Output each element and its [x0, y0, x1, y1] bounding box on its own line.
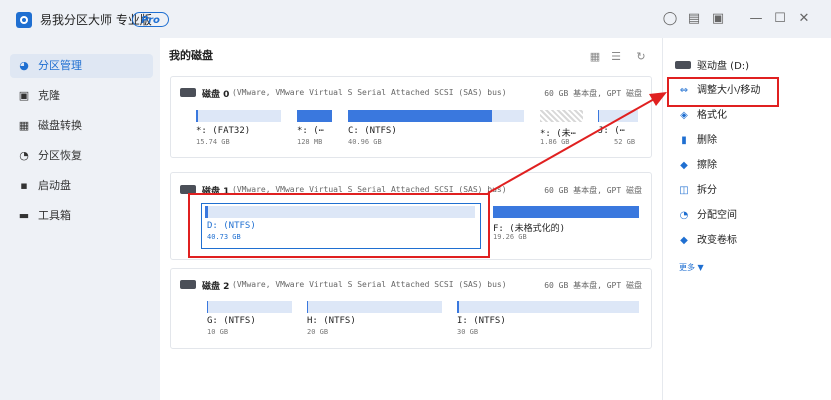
sidebar-item-clone[interactable]: ▣ 克隆	[10, 84, 153, 108]
partition-size: 128 MB	[297, 138, 323, 146]
pro-badge[interactable]: Pro	[132, 12, 169, 27]
change-label-button[interactable]: ◆ 改变卷标	[673, 230, 813, 252]
op-label: 格式化	[697, 110, 727, 121]
partition-bar[interactable]	[297, 110, 332, 122]
op-label: 删除	[697, 135, 717, 146]
sidebar-item-label: 分区恢复	[38, 149, 82, 162]
partition-bar[interactable]	[598, 110, 638, 122]
clone-icon: ▣	[18, 89, 30, 102]
partition-size: 15.74 GB	[196, 138, 230, 146]
partition-size: 19.26 GB	[493, 233, 527, 241]
disk-name: 磁盘 0	[202, 90, 230, 100]
disk-desc: (VMware, VMware Virtual S Serial Attache…	[232, 88, 507, 97]
partition-size: 20 GB	[307, 328, 329, 336]
app-logo-icon	[16, 12, 32, 28]
partition-label: C: (NTFS)	[348, 126, 397, 136]
minimize-icon[interactable]: —	[748, 11, 764, 27]
boot-icon: ▪	[20, 179, 28, 192]
sidebar-item-partition-recovery[interactable]: ◔ 分区恢复	[10, 144, 153, 168]
partition-bar[interactable]	[207, 301, 292, 313]
dropdown-icon[interactable]: ▣	[710, 11, 726, 27]
main-panel: 我的磁盘 ▦ ☰ ↻ 磁盘 0 (VMware, VMware Virtual …	[160, 38, 662, 400]
partition-bar[interactable]	[540, 110, 583, 122]
list-view-icon[interactable]: ☰	[609, 50, 623, 64]
format-icon: ◈	[680, 110, 688, 121]
op-label: 分配空间	[697, 210, 737, 221]
partition-label: H: (NTFS)	[307, 316, 356, 326]
partition-label: I: (NTFS)	[457, 316, 506, 326]
partition-size: 10 GB	[207, 328, 229, 336]
partition-size: 40.96 GB	[348, 138, 382, 146]
partition-label: J: (⋯	[598, 126, 626, 136]
sidebar-item-toolbox[interactable]: ▬ 工具箱	[10, 204, 153, 228]
maximize-icon[interactable]: ☐	[772, 11, 788, 27]
partition-size: 52 GB	[614, 138, 636, 146]
highlight-box-resize	[667, 77, 779, 107]
sidebar-item-label: 磁盘转换	[38, 119, 82, 132]
split-icon: ◫	[679, 185, 689, 196]
partition-label: G: (NTFS)	[207, 316, 256, 326]
delete-button[interactable]: ▮ 删除	[673, 130, 813, 152]
drive-icon	[675, 61, 691, 69]
recover-icon: ◔	[19, 149, 29, 162]
convert-icon: ▦	[18, 119, 30, 132]
disk-card-2[interactable]: 磁盘 2 (VMware, VMware Virtual S Serial At…	[170, 268, 652, 349]
op-label: 拆分	[697, 185, 717, 196]
split-button[interactable]: ◫ 拆分	[673, 180, 813, 202]
partition-label: *: (FAT32)	[196, 126, 251, 136]
partition-bar[interactable]	[307, 301, 442, 313]
allocate-icon: ◔	[679, 210, 689, 221]
disk-info: 60 GB 基本盘, GPT 磁盘	[544, 281, 642, 290]
drive-title: 驱动盘 (D:)	[697, 61, 750, 72]
more-button[interactable]: 更多 ▼	[679, 262, 704, 273]
sidebar-item-disk-convert[interactable]: ▦ 磁盘转换	[10, 114, 153, 138]
note-icon[interactable]: ▤	[686, 11, 702, 27]
partition-bar[interactable]	[196, 110, 281, 122]
sidebar: ◕ 分区管理 ▣ 克隆 ▦ 磁盘转换 ◔ 分区恢复 ▪ 启动盘 ▬ 工具箱	[0, 38, 160, 400]
toolbox-icon: ▬	[18, 209, 30, 222]
wipe-button[interactable]: ◆ 擦除	[673, 155, 813, 177]
disk-name: 磁盘 2	[202, 282, 230, 292]
disk-icon	[180, 88, 196, 97]
disk-info: 60 GB 基本盘, GPT 磁盘	[544, 186, 642, 195]
close-icon[interactable]: ✕	[796, 11, 812, 27]
partition-label: *: (⋯	[297, 126, 325, 136]
allocate-space-button[interactable]: ◔ 分配空间	[673, 205, 813, 227]
sidebar-item-label: 工具箱	[38, 209, 71, 222]
grid-view-icon[interactable]: ▦	[588, 50, 602, 64]
page-title: 我的磁盘	[169, 49, 213, 62]
sidebar-item-label: 启动盘	[38, 179, 71, 192]
sidebar-item-boot-disk[interactable]: ▪ 启动盘	[10, 174, 153, 198]
partition-bar[interactable]	[457, 301, 639, 313]
refresh-icon[interactable]: ↻	[634, 50, 648, 64]
disk-icon	[180, 280, 196, 289]
bell-icon[interactable]: ◯	[662, 11, 678, 27]
op-label: 擦除	[697, 160, 717, 171]
sidebar-item-partition-manager[interactable]: ◕ 分区管理	[10, 54, 153, 78]
eraser-icon: ◆	[680, 160, 688, 171]
partition-bar[interactable]	[493, 206, 639, 218]
format-button[interactable]: ◈ 格式化	[673, 105, 813, 127]
disk-info: 60 GB 基本盘, GPT 磁盘	[544, 89, 642, 98]
trash-icon: ▮	[681, 135, 687, 146]
partition-size: 1.86 GB	[540, 138, 570, 146]
pie-icon: ◕	[19, 59, 29, 72]
disk-card-0[interactable]: 磁盘 0 (VMware, VMware Virtual S Serial At…	[170, 76, 652, 158]
sidebar-item-label: 分区管理	[38, 59, 82, 72]
partition-bar[interactable]	[348, 110, 524, 122]
tag-icon: ◆	[680, 235, 688, 246]
disk-desc: (VMware, VMware Virtual S Serial Attache…	[232, 280, 507, 289]
sidebar-item-label: 克隆	[38, 89, 60, 102]
title-bar: 易我分区大师 专业版 Pro ◯ ▤ ▣ — ☐ ✕	[0, 0, 831, 38]
highlight-box-partition	[188, 193, 490, 258]
partition-size: 30 GB	[457, 328, 479, 336]
op-label: 改变卷标	[697, 235, 737, 246]
